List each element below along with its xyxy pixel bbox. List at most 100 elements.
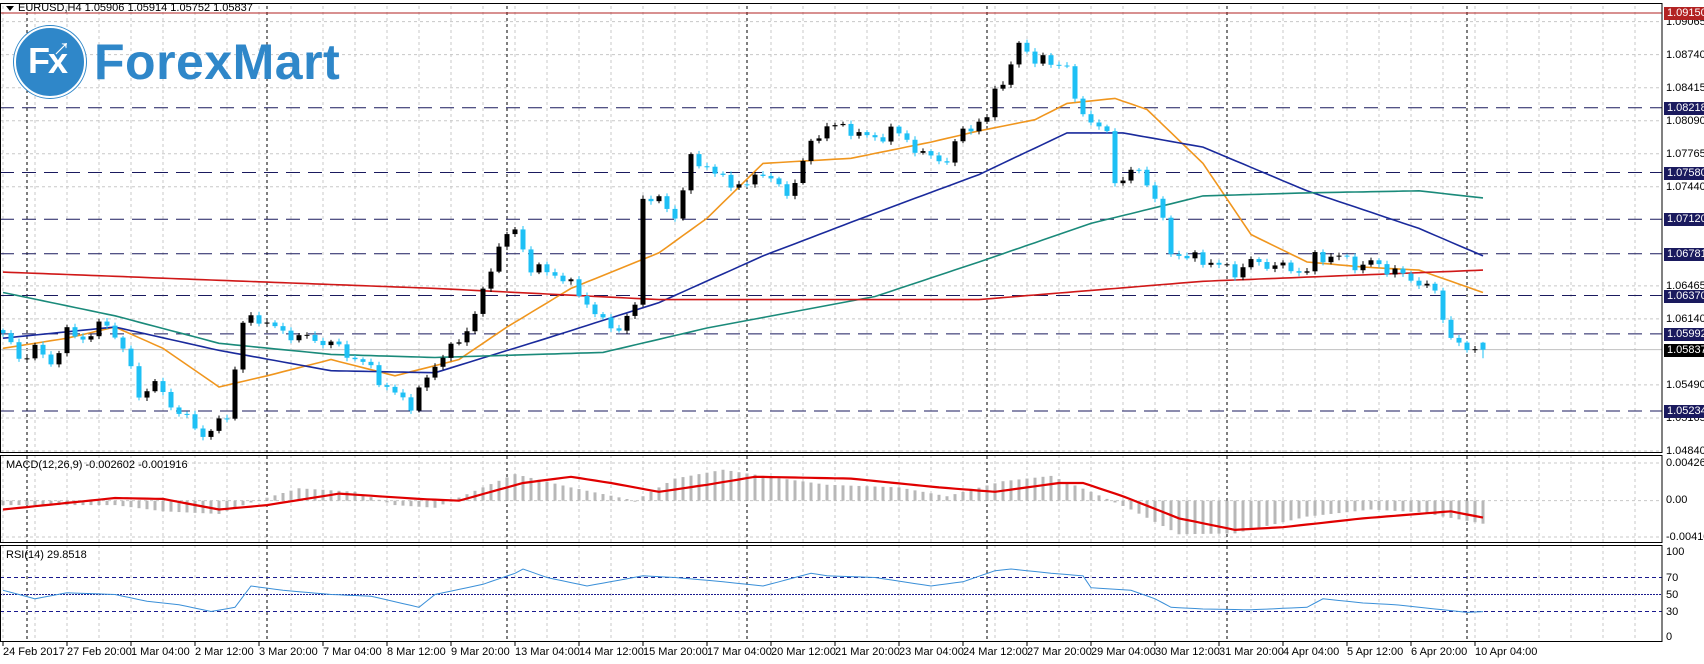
macd-histogram-bar bbox=[961, 491, 965, 501]
candle-bull bbox=[1120, 180, 1126, 184]
candle-bull bbox=[792, 183, 798, 196]
candle-bull bbox=[1000, 84, 1006, 89]
candle-bull bbox=[832, 125, 838, 127]
candle-bear bbox=[384, 385, 390, 387]
candle-bear bbox=[880, 137, 886, 142]
candle-bear bbox=[1344, 255, 1350, 257]
macd-axis-label: -0.004108 bbox=[1666, 531, 1704, 543]
macd-histogram-bar bbox=[1385, 500, 1389, 511]
candle-bear bbox=[1400, 268, 1406, 274]
time-axis-label: 21 Mar 20:00 bbox=[835, 646, 900, 658]
macd-histogram-bar bbox=[1049, 475, 1053, 501]
macd-histogram-bar bbox=[593, 492, 597, 501]
macd-histogram-bar bbox=[105, 500, 109, 506]
macd-histogram-bar bbox=[313, 489, 317, 501]
macd-histogram-bar bbox=[513, 474, 517, 501]
macd-histogram-bar bbox=[137, 500, 141, 509]
macd-histogram-bar bbox=[1025, 478, 1029, 501]
candle-bull bbox=[304, 334, 310, 336]
candle-bull bbox=[568, 279, 574, 282]
candle-bear bbox=[320, 340, 326, 346]
time-axis-label: 5 Apr 12:00 bbox=[1347, 646, 1404, 658]
macd-histogram-bar bbox=[345, 491, 349, 501]
rsi-axis-label: 30 bbox=[1666, 605, 1679, 618]
candle-bull bbox=[432, 366, 438, 378]
candle-bull bbox=[984, 117, 990, 122]
macd-histogram-bar bbox=[897, 487, 901, 501]
macd-histogram-bar bbox=[1145, 500, 1149, 518]
candle-bull bbox=[248, 315, 254, 323]
macd-histogram-bar bbox=[1121, 500, 1125, 506]
macd-histogram-bar bbox=[537, 479, 541, 501]
macd-histogram-bar bbox=[545, 481, 549, 501]
candle-bear bbox=[176, 407, 182, 414]
macd-histogram-bar bbox=[1481, 500, 1485, 524]
candle-bear bbox=[224, 418, 230, 420]
macd-histogram-bar bbox=[1129, 500, 1133, 510]
candle-bull bbox=[1280, 262, 1286, 266]
candle-bull bbox=[1392, 268, 1398, 275]
candle-bear bbox=[1104, 126, 1110, 132]
macd-histogram-bar bbox=[1257, 500, 1261, 528]
ohlc-open: 1.05906 bbox=[84, 2, 125, 14]
candle-bear bbox=[128, 348, 134, 367]
candle-bear bbox=[256, 315, 262, 324]
ohlc-low: 1.05752 bbox=[170, 2, 211, 14]
candle-bear bbox=[336, 341, 342, 345]
candle-bull bbox=[680, 190, 686, 219]
candle-bear bbox=[560, 275, 566, 282]
price-axis-label: 1.04840 bbox=[1666, 444, 1704, 457]
macd-histogram-bar bbox=[761, 475, 765, 501]
candle-bear bbox=[1384, 264, 1390, 275]
candle-bear bbox=[1232, 264, 1238, 278]
macd-histogram-bar bbox=[1441, 500, 1445, 517]
macd-histogram-bar bbox=[433, 500, 437, 508]
time-axis-label: 30 Mar 12:00 bbox=[1155, 646, 1220, 658]
candle-bull bbox=[1336, 255, 1342, 257]
candle-bull bbox=[488, 271, 494, 289]
candle-bear bbox=[136, 366, 142, 398]
candle-bull bbox=[888, 126, 894, 142]
candle-bear bbox=[1144, 169, 1150, 186]
candle-bull bbox=[24, 358, 30, 360]
macd-histogram-bar bbox=[249, 500, 253, 503]
macd-histogram-bar bbox=[569, 487, 573, 501]
candle-bull bbox=[1472, 349, 1478, 351]
macd-histogram-bar bbox=[1337, 500, 1341, 514]
price-axis-label: 1.08740 bbox=[1666, 48, 1704, 61]
macd-histogram-bar bbox=[1233, 500, 1237, 534]
macd-histogram-bar bbox=[217, 500, 221, 514]
macd-histogram-bar bbox=[25, 500, 29, 506]
candle-bull bbox=[1248, 259, 1254, 268]
macd-histogram-bar bbox=[153, 500, 157, 511]
macd-signal-line bbox=[2, 475, 1484, 532]
macd-histogram-bar bbox=[417, 500, 421, 507]
logo-fx-icon: Fx ↑ bbox=[14, 26, 86, 98]
candle-bull bbox=[96, 321, 102, 337]
candle-bear bbox=[1416, 280, 1422, 286]
candle-bull bbox=[208, 430, 214, 437]
candle-bear bbox=[936, 155, 942, 162]
macd-histogram-bar bbox=[1425, 500, 1429, 514]
macd-title: MACD(12,26,9) -0.002602 -0.001916 bbox=[6, 459, 188, 471]
candle-bear bbox=[608, 317, 614, 329]
macd-histogram-bar bbox=[985, 485, 989, 501]
candle-bull bbox=[472, 313, 478, 332]
macd-histogram-bar bbox=[1449, 500, 1453, 518]
time-axis-label: 31 Mar 20:00 bbox=[1219, 646, 1284, 658]
rsi-axis-label: 100 bbox=[1666, 546, 1685, 558]
macd-histogram-bar bbox=[857, 485, 861, 501]
macd-histogram-bar bbox=[1073, 485, 1077, 501]
macd-histogram-bar bbox=[393, 500, 397, 506]
ohlc-high: 1.05914 bbox=[127, 2, 168, 14]
macd-histogram-bar bbox=[121, 500, 125, 507]
pane-border bbox=[0, 545, 1663, 642]
collapse-triangle-icon[interactable] bbox=[6, 5, 14, 11]
candle-bear bbox=[1032, 51, 1038, 64]
candle-bear bbox=[848, 123, 854, 136]
candle-bear bbox=[928, 151, 934, 156]
price-level-tag: 1.05837 bbox=[1664, 343, 1704, 357]
macd-histogram-bar bbox=[241, 500, 245, 506]
candle-bear bbox=[1160, 198, 1166, 218]
macd-histogram-bar bbox=[937, 494, 941, 501]
